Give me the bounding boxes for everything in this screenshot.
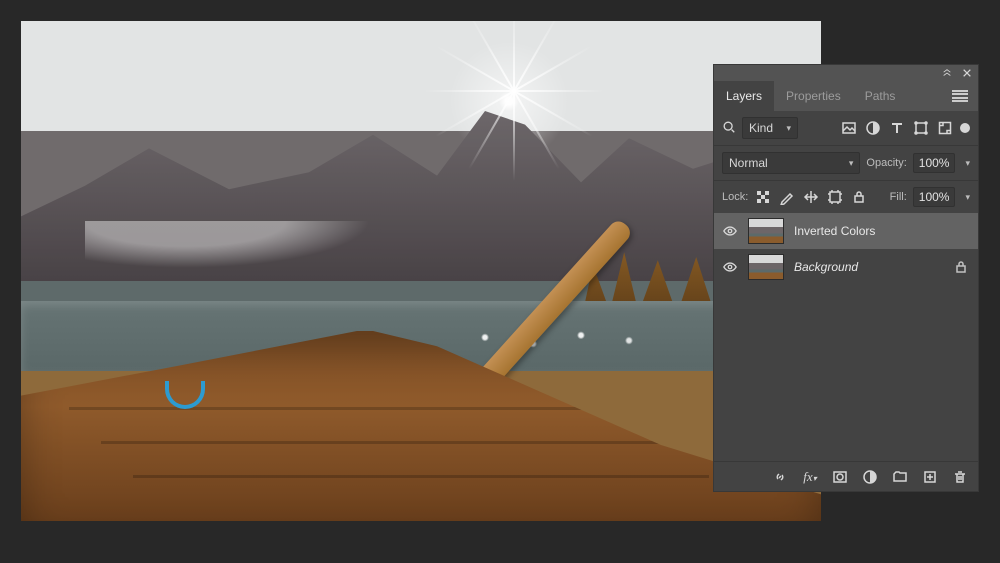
- fill-value: 100%: [919, 190, 950, 204]
- layer-thumbnail[interactable]: [748, 218, 784, 244]
- opacity-input[interactable]: 100%: [913, 153, 956, 173]
- chevron-down-icon: ▾: [849, 158, 854, 169]
- layer-style-icon[interactable]: fx▾: [802, 469, 818, 485]
- opacity-label: Opacity:: [866, 157, 906, 169]
- panel-tabs: Layers Properties Paths: [714, 81, 978, 111]
- layer-name[interactable]: Background: [794, 260, 858, 274]
- search-icon: [722, 120, 736, 137]
- lock-position-icon[interactable]: [802, 188, 820, 206]
- blend-mode-select[interactable]: Normal ▾: [722, 152, 860, 174]
- lock-all-icon[interactable]: [850, 188, 868, 206]
- link-layers-icon[interactable]: [772, 469, 788, 485]
- adjustment-layer-icon[interactable]: [862, 469, 878, 485]
- tab-label: Properties: [786, 89, 841, 103]
- smart-object-icon[interactable]: [936, 119, 954, 137]
- type-icon[interactable]: [888, 119, 906, 137]
- lock-label: Lock:: [722, 191, 748, 203]
- lock-transparent-icon[interactable]: [754, 188, 772, 206]
- tab-label: Paths: [865, 89, 896, 103]
- filter-toggle[interactable]: [960, 123, 970, 133]
- collapse-icon[interactable]: [942, 68, 952, 78]
- tab-layers[interactable]: Layers: [714, 81, 774, 111]
- adjustment-icon[interactable]: [864, 119, 882, 137]
- layer-thumbnail[interactable]: [748, 254, 784, 280]
- tab-properties[interactable]: Properties: [774, 81, 853, 111]
- close-icon[interactable]: [962, 68, 972, 78]
- document-canvas[interactable]: [21, 21, 821, 521]
- filter-type-select[interactable]: Kind ▾: [742, 117, 798, 139]
- visibility-toggle[interactable]: [722, 223, 738, 239]
- layer-row[interactable]: Inverted Colors: [714, 213, 978, 249]
- layer-filter-row: Kind ▾: [714, 111, 978, 146]
- panel-footer: fx▾: [714, 461, 978, 491]
- shape-icon[interactable]: [912, 119, 930, 137]
- blend-row: Normal ▾ Opacity: 100% ▾: [714, 146, 978, 181]
- panel-menu-icon[interactable]: [952, 90, 968, 102]
- tab-paths[interactable]: Paths: [853, 81, 908, 111]
- layers-list: Inverted Colors Background: [714, 213, 978, 461]
- filter-type-label: Kind: [749, 121, 773, 135]
- lock-icon[interactable]: [952, 258, 970, 276]
- layer-mask-icon[interactable]: [832, 469, 848, 485]
- layers-panel: Layers Properties Paths Kind ▾ Normal ▾ …: [713, 64, 979, 492]
- lock-pixels-icon[interactable]: [778, 188, 796, 206]
- new-layer-icon[interactable]: [922, 469, 938, 485]
- photo-snow: [85, 221, 421, 281]
- fill-label: Fill:: [890, 191, 907, 203]
- chevron-down-icon: ▾: [786, 123, 791, 134]
- visibility-toggle[interactable]: [722, 259, 738, 275]
- chevron-down-icon[interactable]: ▾: [965, 158, 970, 169]
- layer-row[interactable]: Background: [714, 249, 978, 285]
- group-icon[interactable]: [892, 469, 908, 485]
- tab-label: Layers: [726, 89, 762, 103]
- lock-row: Lock: Fill: 100% ▾: [714, 181, 978, 213]
- blend-mode-value: Normal: [729, 156, 768, 170]
- opacity-value: 100%: [919, 156, 950, 170]
- layer-name[interactable]: Inverted Colors: [794, 224, 875, 238]
- image-icon[interactable]: [840, 119, 858, 137]
- chevron-down-icon[interactable]: ▾: [965, 192, 970, 203]
- delete-layer-icon[interactable]: [952, 469, 968, 485]
- panel-titlebar: [714, 65, 978, 81]
- lock-artboard-icon[interactable]: [826, 188, 844, 206]
- fill-input[interactable]: 100%: [913, 187, 956, 207]
